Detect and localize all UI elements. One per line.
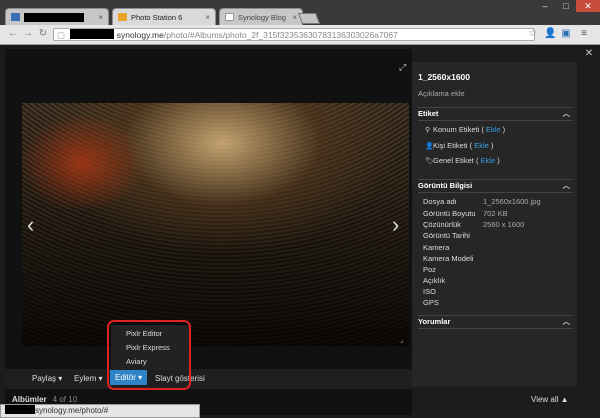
tab-photo-station[interactable]: Photo Station 6 × [112, 8, 216, 25]
general-tag-row: 🏷Genel Etiket ( Ekle ) [425, 156, 500, 165]
status-bar: synology.me/photo/# [0, 404, 200, 418]
section-title: Görüntü Bilgisi [418, 181, 473, 190]
tag-label: Kişi Etiketi [433, 141, 468, 150]
redacted-tab-title [24, 12, 84, 22]
section-title: Yorumlar [418, 317, 451, 326]
tags-section-header[interactable]: Etiket ︿ [418, 107, 573, 121]
info-key: Kamera [423, 243, 450, 252]
info-value: 2560 x 1600 [483, 220, 525, 229]
chevron-up-icon[interactable]: ︿ [563, 180, 571, 192]
viewer-bottom-bar [5, 369, 412, 389]
resize-icon: ⌟ [400, 337, 404, 344]
star-icon[interactable]: ☆ [527, 28, 539, 40]
tab-strip: × Photo Station 6 × Synology Blog × – □ … [0, 0, 600, 25]
close-viewer-icon[interactable]: ✕ [583, 48, 595, 60]
maximize-icon[interactable]: □ [555, 0, 577, 12]
menu-icon[interactable]: ≡ [578, 28, 590, 40]
info-value: 1_2560x1600.jpg [483, 197, 541, 206]
browser-window: × Photo Station 6 × Synology Blog × – □ … [0, 0, 600, 418]
view-all-link[interactable]: View all ▲ [531, 395, 569, 404]
albums-label: Albümler [12, 395, 47, 404]
next-photo-icon[interactable]: › [392, 212, 399, 238]
site-favicon-icon [11, 13, 20, 21]
url-path: /photo/#Albums/photo_2f_315f323536307831… [163, 30, 398, 40]
chevron-up-icon[interactable]: ︿ [563, 108, 571, 120]
new-tab-button[interactable] [297, 13, 321, 24]
close-tab-icon[interactable]: × [98, 13, 103, 22]
tab-title: Synology Blog [238, 12, 286, 22]
extension-icon[interactable]: ▣ [560, 28, 572, 40]
person-icon[interactable]: 👤 [544, 28, 556, 40]
share-button[interactable]: Paylaş ▾ [32, 374, 62, 383]
redacted-subdomain [70, 29, 115, 39]
location-icon: ⚲ [425, 127, 431, 134]
albums-count: 4 of 10 [52, 395, 78, 404]
photo-station-favicon-icon [118, 13, 127, 21]
action-button[interactable]: Eylem ▾ [74, 374, 102, 383]
add-general-tag-link[interactable]: Ekle [481, 156, 496, 165]
chevron-up-icon[interactable]: ︿ [563, 316, 571, 328]
back-icon[interactable]: ← [7, 28, 19, 40]
info-key: Dosya adı [423, 197, 457, 206]
status-url: synology.me/photo/# [35, 406, 109, 415]
info-key: GPS [423, 298, 439, 307]
previous-photo-icon[interactable]: ‹ [27, 212, 34, 238]
info-key: Görüntü Boyutu [423, 209, 476, 218]
location-tag-row: ⚲ Konum Etiketi ( Ekle ) [425, 125, 506, 134]
tab-redacted[interactable]: × [5, 8, 109, 25]
highlight-outline [107, 320, 191, 390]
minimize-icon[interactable]: – [534, 0, 556, 12]
close-icon[interactable]: ✕ [576, 0, 600, 12]
image-info-section-header[interactable]: Görüntü Bilgisi ︿ [418, 179, 573, 193]
tab-title: Photo Station 6 [131, 12, 183, 22]
photo-title: 1_2560x1600 [418, 72, 471, 82]
url-host: synology.me [116, 30, 164, 40]
info-key: Görüntü Tarihi [423, 231, 470, 240]
person-icon: 👤 [425, 143, 434, 150]
redacted-status-host [5, 405, 35, 414]
info-value: 702 KB [483, 209, 508, 218]
page-favicon-icon [225, 13, 234, 21]
info-key: Kamera Modeli [423, 254, 474, 263]
photo-image [22, 103, 409, 346]
forward-icon[interactable]: → [22, 28, 34, 40]
info-key: Poz [423, 265, 436, 274]
add-person-tag-link[interactable]: Ekle [474, 141, 489, 150]
browser-toolbar: ← → ↻ ▢ synology.me/photo/#Albums/photo_… [0, 25, 600, 45]
info-key: Çözünürlük [423, 220, 461, 229]
reload-icon[interactable]: ↻ [37, 28, 49, 40]
address-bar[interactable]: ▢ synology.me/photo/#Albums/photo_2f_315… [53, 28, 535, 41]
close-tab-icon[interactable]: × [205, 13, 210, 22]
tag-label: Genel Etiket [433, 156, 474, 165]
person-tag-row: 👤Kişi Etiketi ( Ekle ) [425, 141, 494, 150]
close-tab-icon[interactable]: × [292, 13, 297, 22]
comments-section-header[interactable]: Yorumlar ︿ [418, 315, 573, 329]
fullscreen-icon[interactable]: ⤢ [399, 62, 406, 73]
info-key: Açıklık [423, 276, 446, 285]
tab-synology-blog[interactable]: Synology Blog × [219, 8, 303, 25]
tag-icon: 🏷 [425, 158, 434, 165]
add-location-tag-link[interactable]: Ekle [486, 125, 501, 134]
info-key: ISO [423, 287, 436, 296]
section-title: Etiket [418, 109, 439, 118]
page-icon: ▢ [57, 30, 66, 40]
add-description-link[interactable]: Açıklama ekle [418, 89, 465, 98]
tag-label: Konum Etiketi [433, 125, 480, 134]
albums-strip-header: Albümler 4 of 10 [12, 395, 77, 404]
